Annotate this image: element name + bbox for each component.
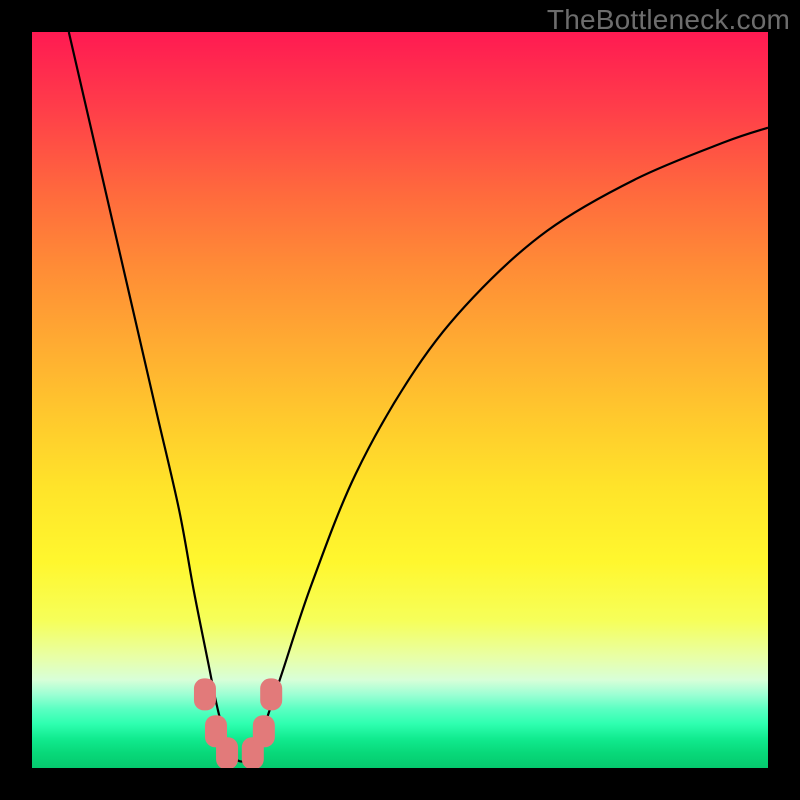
marker-right-lower <box>253 715 275 747</box>
plot-area <box>32 32 768 768</box>
marker-left-upper <box>194 678 216 710</box>
watermark-text: TheBottleneck.com <box>547 4 790 36</box>
marker-right-upper <box>260 678 282 710</box>
chart-frame: TheBottleneck.com <box>0 0 800 800</box>
marker-bottom-left <box>216 737 238 768</box>
curve-markers <box>32 32 768 768</box>
